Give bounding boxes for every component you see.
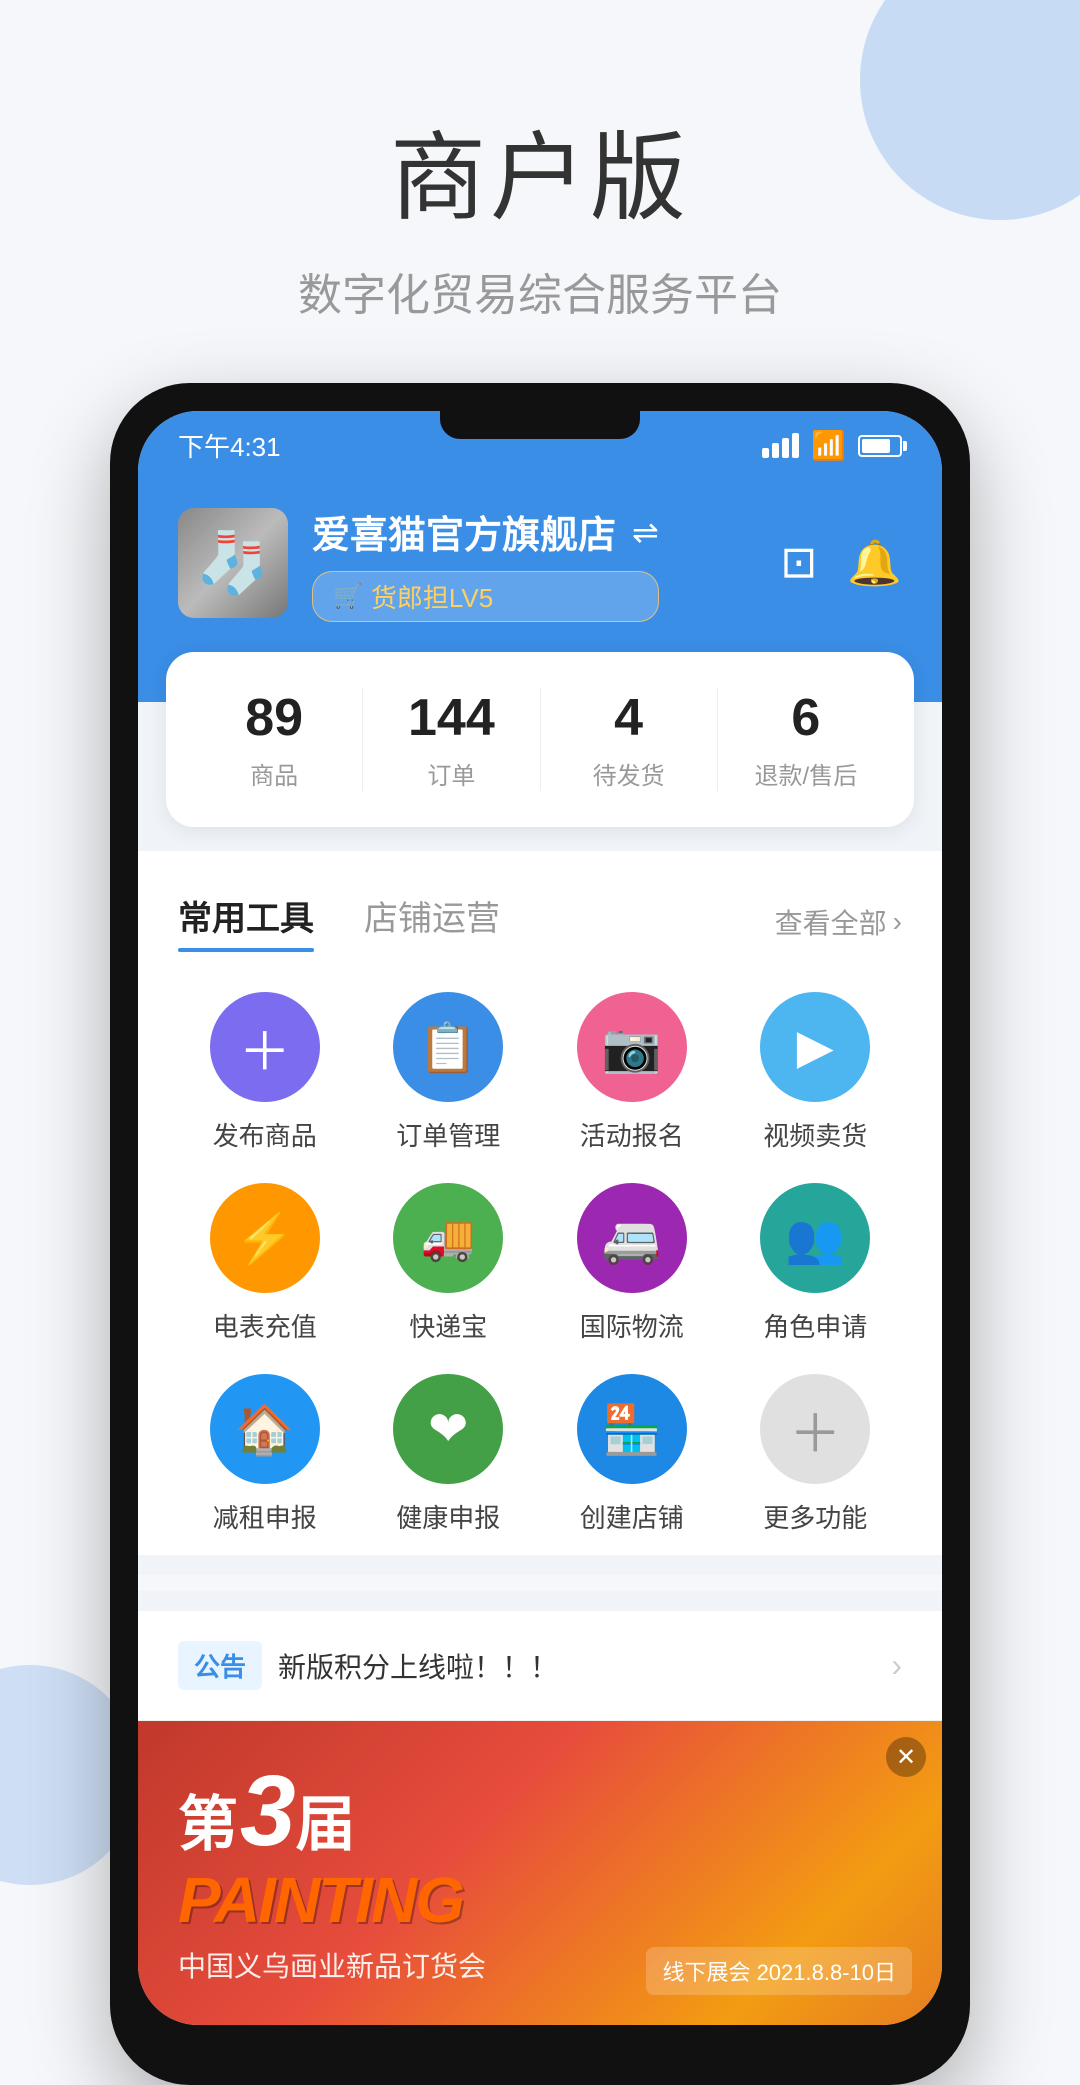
stat-refund-value: 6: [718, 688, 894, 748]
more-icon: ＋: [760, 1374, 870, 1484]
status-time: 下午4:31: [178, 427, 281, 464]
tool-more[interactable]: ＋ 更多功能: [729, 1374, 903, 1535]
intl-logistics-icon: 🚐: [577, 1183, 687, 1293]
banner-number: 3: [240, 1761, 296, 1861]
chevron-right-icon: ›: [893, 906, 902, 938]
tool-activity-signup[interactable]: 📷 活动报名: [545, 992, 719, 1153]
role-apply-icon: 👥: [760, 1183, 870, 1293]
stat-orders-value: 144: [363, 688, 539, 748]
tool-video-sell[interactable]: ▶ 视频卖货: [729, 992, 903, 1153]
announcement-arrow-icon: ›: [891, 1647, 902, 1684]
order-manage-label: 订单管理: [396, 1116, 500, 1153]
phone-wrapper: 下午4:31 📶: [0, 383, 1080, 2085]
video-sell-label: 视频卖货: [763, 1116, 867, 1153]
announcement-text: 新版积分上线啦！！！: [278, 1646, 875, 1686]
tab-store-operations[interactable]: 店铺运营: [364, 891, 500, 952]
store-left: 爱喜猫官方旗舰店 ⇌ 🛒 货郎担LV5: [178, 504, 659, 622]
tool-create-store[interactable]: 🏪 创建店铺: [545, 1374, 719, 1535]
badge-text: 货郎担LV5: [371, 578, 493, 615]
page-title: 商户版: [0, 100, 1080, 239]
stats-card: 89 商品 144 订单 4 待发货 6 退款/售后: [166, 652, 914, 827]
banner-painting-text: PAINTING: [178, 1863, 902, 1937]
role-apply-label: 角色申请: [763, 1307, 867, 1344]
tool-express[interactable]: 🚚 快递宝: [362, 1183, 536, 1344]
stat-orders-label: 订单: [363, 756, 539, 791]
banner-event-info: 线下展会 2021.8.8-10日: [646, 1947, 912, 1995]
activity-signup-label: 活动报名: [580, 1116, 684, 1153]
publish-product-icon: ＋: [210, 992, 320, 1102]
tool-intl-logistics[interactable]: 🚐 国际物流: [545, 1183, 719, 1344]
rent-reduce-icon: 🏠: [210, 1374, 320, 1484]
switch-icon[interactable]: ⇌: [632, 513, 659, 551]
store-name: 爱喜猫官方旗舰店: [312, 504, 616, 559]
health-report-label: 健康申报: [396, 1498, 500, 1535]
tool-order-manage[interactable]: 📋 订单管理: [362, 992, 536, 1153]
store-name-row: 爱喜猫官方旗舰店 ⇌: [312, 504, 659, 559]
publish-product-label: 发布商品: [213, 1116, 317, 1153]
create-store-icon: 🏪: [577, 1374, 687, 1484]
phone-frame: 下午4:31 📶: [110, 383, 970, 2085]
battery-icon: [858, 435, 902, 457]
page-header: 商户版 数字化贸易综合服务平台: [0, 0, 1080, 383]
tabs-row: 常用工具 店铺运营 查看全部 ›: [178, 891, 902, 952]
stat-products-label: 商品: [186, 756, 362, 791]
banner-suffix: 届: [296, 1776, 358, 1863]
tool-grid: ＋ 发布商品 📋 订单管理 📷 活动报名: [178, 992, 902, 1535]
stat-orders[interactable]: 144 订单: [363, 688, 540, 791]
more-label: 更多功能: [763, 1498, 867, 1535]
stat-pending-label: 待发货: [541, 756, 717, 791]
status-icons: 📶: [762, 429, 902, 462]
tab-common-tools[interactable]: 常用工具: [178, 891, 314, 952]
badge-icon: 🛒: [333, 582, 363, 611]
view-all-button[interactable]: 查看全部 ›: [775, 902, 902, 942]
announcement-tag: 公告: [178, 1641, 262, 1690]
page-subtitle: 数字化贸易综合服务平台: [0, 259, 1080, 323]
video-sell-icon: ▶: [760, 992, 870, 1102]
intl-logistics-label: 国际物流: [580, 1307, 684, 1344]
banner-title: 第 3 届: [178, 1761, 902, 1863]
tool-publish-product[interactable]: ＋ 发布商品: [178, 992, 352, 1153]
stat-refund[interactable]: 6 退款/售后: [718, 688, 894, 791]
store-details: 爱喜猫官方旗舰店 ⇌ 🛒 货郎担LV5: [312, 504, 659, 622]
create-store-label: 创建店铺: [580, 1498, 684, 1535]
electric-recharge-label: 电表充值: [213, 1307, 317, 1344]
tool-rent-reduce[interactable]: 🏠 减租申报: [178, 1374, 352, 1535]
store-info: 爱喜猫官方旗舰店 ⇌ 🛒 货郎担LV5 ⊡ 🔔: [178, 504, 902, 622]
scan-icon[interactable]: ⊡: [780, 537, 817, 589]
tools-section: 常用工具 店铺运营 查看全部 › ＋ 发布商品: [138, 851, 942, 1555]
activity-signup-icon: 📷: [577, 992, 687, 1102]
bell-icon[interactable]: 🔔: [847, 537, 902, 589]
promo-banner[interactable]: 第 3 届 PAINTING 中国义乌画业新品订货会 ✕ 线下展会 2021.8…: [138, 1721, 942, 2025]
rent-reduce-label: 减租申报: [213, 1498, 317, 1535]
signal-icon: [762, 433, 799, 458]
stat-products-value: 89: [186, 688, 362, 748]
tool-health-report[interactable]: ❤ 健康申报: [362, 1374, 536, 1535]
section-divider: [138, 1575, 942, 1591]
banner-prefix: 第: [178, 1776, 240, 1863]
wifi-icon: 📶: [811, 429, 846, 462]
stat-pending-value: 4: [541, 688, 717, 748]
avatar: [178, 508, 288, 618]
order-manage-icon: 📋: [393, 992, 503, 1102]
stat-products[interactable]: 89 商品: [186, 688, 363, 791]
phone-notch: [440, 411, 640, 439]
phone-screen: 下午4:31 📶: [138, 411, 942, 2025]
express-icon: 🚚: [393, 1183, 503, 1293]
stat-refund-label: 退款/售后: [718, 756, 894, 791]
avatar-image: [178, 508, 288, 618]
banner-close-button[interactable]: ✕: [886, 1737, 926, 1777]
announcement-bar[interactable]: 公告 新版积分上线啦！！！ ›: [138, 1611, 942, 1721]
store-actions: ⊡ 🔔: [780, 537, 902, 589]
stat-pending[interactable]: 4 待发货: [541, 688, 718, 791]
express-label: 快递宝: [409, 1307, 487, 1344]
tool-electric-recharge[interactable]: ⚡ 电表充值: [178, 1183, 352, 1344]
tool-role-apply[interactable]: 👥 角色申请: [729, 1183, 903, 1344]
electric-recharge-icon: ⚡: [210, 1183, 320, 1293]
health-report-icon: ❤: [393, 1374, 503, 1484]
level-badge: 🛒 货郎担LV5: [312, 571, 659, 622]
